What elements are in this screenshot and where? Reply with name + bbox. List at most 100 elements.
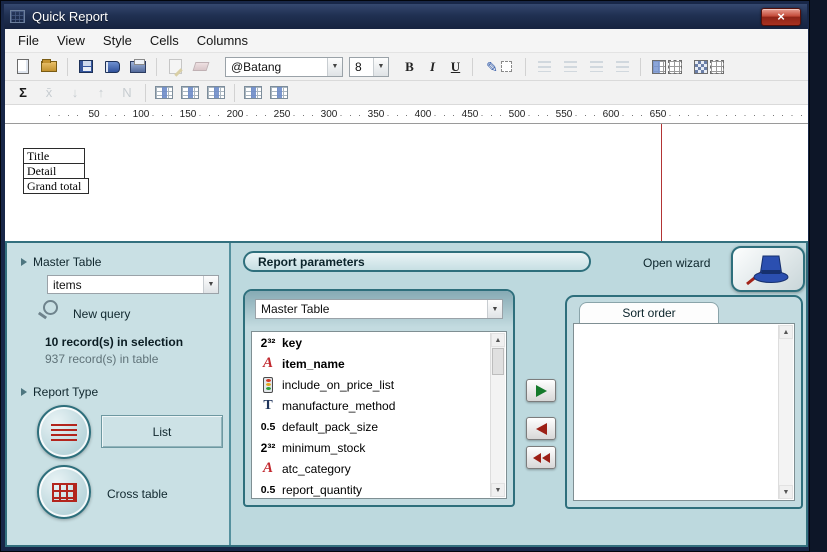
chevron-down-icon[interactable]: ▼: [487, 300, 502, 318]
pen-icon: ✎: [486, 60, 498, 74]
field-item[interactable]: A atc_category: [252, 458, 506, 479]
desktop-background: Quick Report × File View Style Cells Col…: [0, 0, 827, 552]
table-select[interactable]: Master Table ▼: [255, 299, 503, 319]
scroll-down-icon[interactable]: ▼: [491, 483, 505, 497]
sort-order-list[interactable]: ▲ ▼: [573, 323, 795, 501]
align-justify-button[interactable]: [610, 56, 634, 78]
horizontal-ruler: 50 100 150 200 250 300 350 400 450 500 5…: [5, 105, 808, 124]
print-button[interactable]: [126, 56, 150, 78]
field-name: default_pack_size: [282, 420, 378, 434]
alpha-field-icon: A: [263, 460, 273, 477]
real-field-icon: 0.5: [261, 421, 276, 433]
field-item[interactable]: 0.5 default_pack_size: [252, 416, 506, 437]
print-icon: [130, 61, 146, 73]
scroll-up-icon[interactable]: ▲: [491, 333, 505, 347]
scrollbar-thumb[interactable]: [492, 348, 504, 375]
app-icon: [10, 10, 25, 23]
new-document-button[interactable]: [11, 56, 35, 78]
ruler-label: 200: [225, 109, 246, 120]
add-column-button[interactable]: [152, 82, 176, 104]
bold-button[interactable]: B: [399, 56, 420, 78]
ruler-label: 600: [601, 109, 622, 120]
title-bar[interactable]: Quick Report ×: [4, 4, 807, 29]
menu-columns[interactable]: Columns: [188, 30, 257, 51]
row-header-detail[interactable]: Detail: [23, 163, 85, 179]
minimum-button[interactable]: ↓: [63, 82, 87, 104]
font-size-select[interactable]: 8 ▼: [349, 57, 389, 77]
field-item[interactable]: A item_name: [252, 353, 506, 374]
list-type-button[interactable]: [37, 405, 91, 459]
field-item[interactable]: T manufacture_method: [252, 395, 506, 416]
count-button[interactable]: N: [115, 82, 139, 104]
chevron-down-icon[interactable]: ▼: [203, 276, 218, 293]
field-item[interactable]: 2³² key: [252, 332, 506, 353]
list-type-selected-button[interactable]: List: [101, 415, 223, 448]
format-toolbar: @Batang ▼ 8 ▼ B I U ✎: [5, 53, 808, 81]
edit-button[interactable]: [163, 56, 187, 78]
row-header-grand-total[interactable]: Grand total: [23, 178, 89, 194]
eraser-button[interactable]: [189, 56, 213, 78]
align-justify-icon: [616, 61, 629, 72]
remove-field-button[interactable]: [526, 417, 556, 440]
sort-order-tab: Sort order: [579, 302, 719, 323]
move-column-right-button[interactable]: [267, 82, 291, 104]
field-item[interactable]: 0.5 report_quantity: [252, 479, 506, 500]
underline-button[interactable]: U: [445, 56, 466, 78]
font-name-select[interactable]: @Batang ▼: [225, 57, 343, 77]
align-center-button[interactable]: [558, 56, 582, 78]
ruler-label: 500: [507, 109, 528, 120]
close-button[interactable]: ×: [761, 8, 801, 26]
menu-file[interactable]: File: [9, 30, 48, 51]
fields-panel: Master Table ▼ 2³² key A item_name: [243, 289, 515, 507]
print-preview-button[interactable]: [100, 56, 124, 78]
add-field-button[interactable]: [526, 379, 556, 402]
cell-borders-button[interactable]: [647, 56, 687, 78]
chevron-down-icon[interactable]: ▼: [327, 58, 342, 76]
report-design-area[interactable]: Title Detail Grand total: [5, 124, 808, 241]
maximum-icon: ↑: [98, 85, 105, 100]
pen-color-button[interactable]: ✎: [479, 56, 519, 78]
field-item[interactable]: include_on_price_list: [252, 374, 506, 395]
move-column-right-icon: [270, 86, 288, 99]
save-button[interactable]: [74, 56, 98, 78]
open-wizard-button[interactable]: [731, 246, 805, 292]
move-column-left-button[interactable]: [241, 82, 265, 104]
edit-page-icon: [169, 59, 182, 74]
menu-cells[interactable]: Cells: [141, 30, 188, 51]
toolbar-separator: [234, 84, 235, 102]
master-table-select[interactable]: items ▼: [47, 275, 219, 294]
average-button[interactable]: x̄: [37, 82, 61, 104]
scroll-down-icon[interactable]: ▼: [779, 485, 793, 499]
sum-button[interactable]: Σ: [11, 82, 35, 104]
search-icon[interactable]: [43, 300, 58, 315]
chevron-down-icon[interactable]: ▼: [373, 58, 388, 76]
menu-style[interactable]: Style: [94, 30, 141, 51]
field-item[interactable]: 2³² minimum_stock: [252, 437, 506, 458]
boolean-traffic-light-icon: [263, 377, 273, 393]
real-field-icon: 0.5: [261, 484, 276, 496]
fields-scrollbar[interactable]: ▲ ▼: [490, 333, 505, 497]
align-right-button[interactable]: [584, 56, 608, 78]
open-button[interactable]: [37, 56, 61, 78]
delete-column-button[interactable]: [204, 82, 228, 104]
sort-scrollbar[interactable]: ▲ ▼: [778, 325, 793, 499]
remove-all-fields-button[interactable]: [526, 446, 556, 469]
row-header-title[interactable]: Title: [23, 148, 85, 164]
menu-view[interactable]: View: [48, 30, 94, 51]
new-query-link[interactable]: New query: [73, 307, 130, 321]
cross-table-type-button[interactable]: [37, 465, 91, 519]
sidebar: Master Table items ▼ New query 10 record…: [7, 243, 231, 545]
maximum-button[interactable]: ↑: [89, 82, 113, 104]
italic-button[interactable]: I: [422, 56, 443, 78]
insert-column-button[interactable]: [178, 82, 202, 104]
client-area: File View Style Cells Columns @Batang ▼ …: [5, 29, 808, 547]
ruler-label: 50: [86, 109, 101, 120]
cell-shading-button[interactable]: [689, 56, 729, 78]
add-column-icon: [155, 86, 173, 99]
toolbar-separator: [67, 58, 68, 76]
color-swatch-icon: [501, 61, 512, 72]
ruler-label: 350: [366, 109, 387, 120]
align-left-button[interactable]: [532, 56, 556, 78]
wizard-hat-icon: [743, 250, 793, 288]
scroll-up-icon[interactable]: ▲: [779, 325, 793, 339]
